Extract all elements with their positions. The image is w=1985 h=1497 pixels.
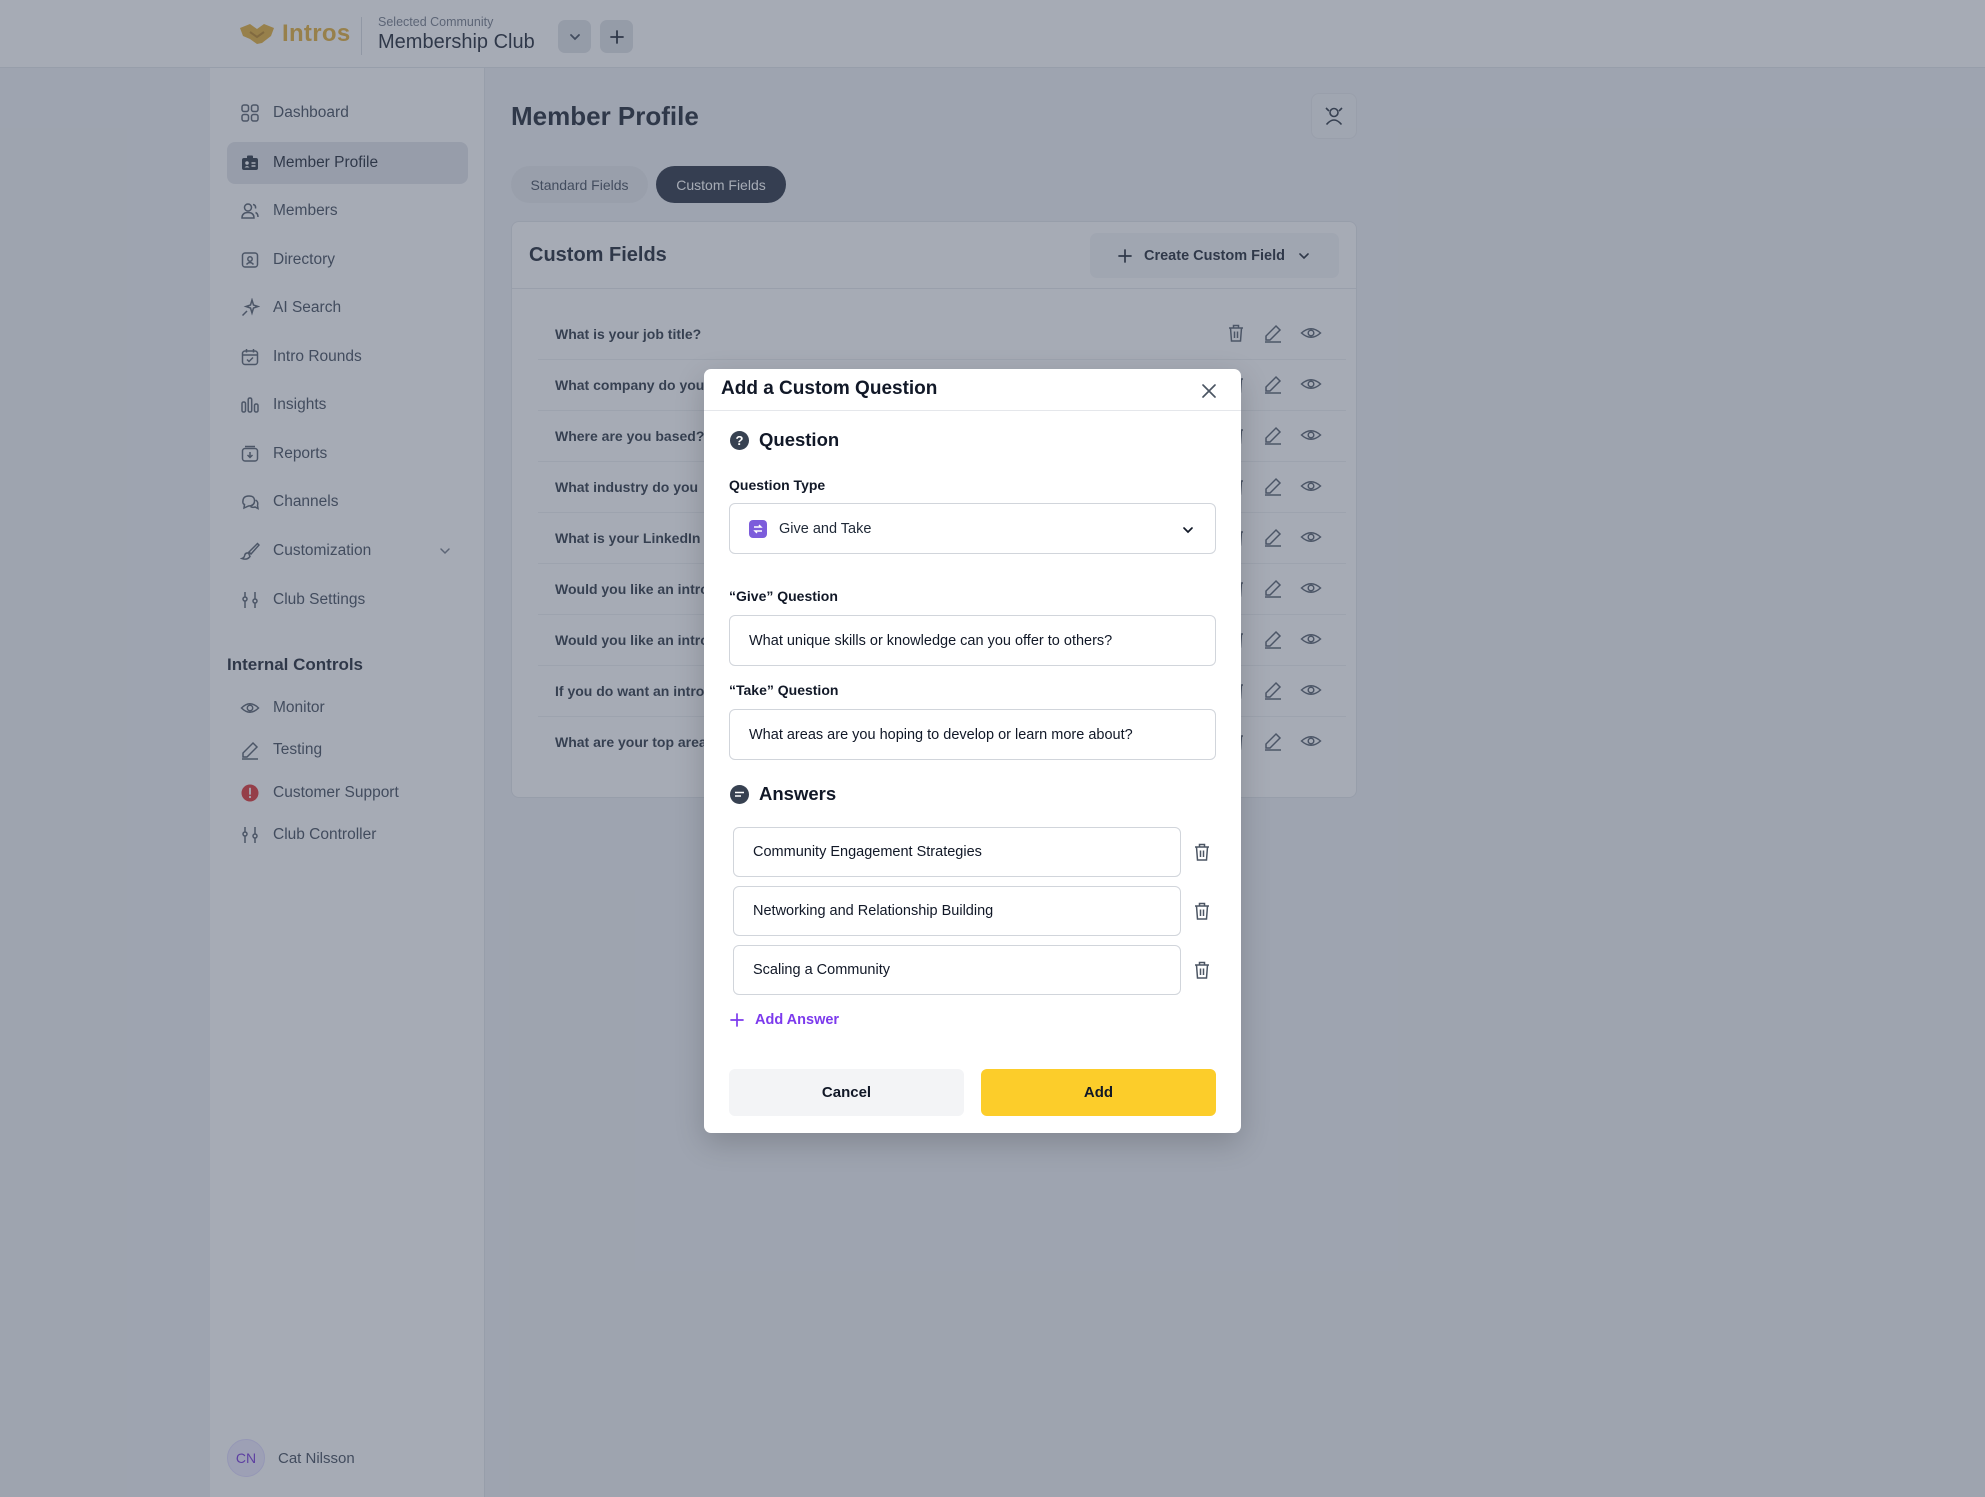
cancel-button[interactable]: Cancel (729, 1069, 964, 1116)
add-custom-question-dialog: Add a Custom Question ? Question Questio… (704, 369, 1241, 1133)
give-and-take-icon (749, 519, 767, 538)
modal-header: Add a Custom Question (704, 369, 1241, 411)
answer-input-3[interactable] (733, 945, 1181, 995)
trash-icon (1195, 961, 1209, 979)
close-icon (1202, 384, 1216, 398)
delete-answer-3-button[interactable] (1191, 958, 1213, 982)
answers-section-title: Answers (730, 783, 836, 805)
trash-icon (1195, 843, 1209, 861)
question-type-value: Give and Take (779, 520, 872, 537)
close-button[interactable] (1198, 380, 1220, 402)
add-answer-label: Add Answer (755, 1012, 840, 1028)
delete-answer-1-button[interactable] (1191, 840, 1213, 864)
plus-icon (730, 1013, 744, 1027)
give-question-input[interactable] (729, 615, 1216, 666)
chevron-down-icon (1183, 527, 1193, 534)
add-button[interactable]: Add (981, 1069, 1216, 1116)
question-type-select[interactable]: Give and Take (729, 503, 1216, 554)
answer-input-1[interactable] (733, 827, 1181, 877)
question-section-title: ? Question (730, 429, 839, 451)
question-mark-icon: ? (730, 430, 749, 450)
answer-input-2[interactable] (733, 886, 1181, 936)
modal-title: Add a Custom Question (721, 378, 938, 399)
delete-answer-2-button[interactable] (1191, 899, 1213, 923)
take-question-label: “Take” Question (729, 682, 839, 698)
speech-bubble-icon (730, 784, 749, 804)
add-answer-button[interactable]: Add Answer (730, 1012, 839, 1028)
take-question-input[interactable] (729, 709, 1216, 760)
trash-icon (1195, 902, 1209, 920)
give-question-label: “Give” Question (729, 588, 838, 604)
question-type-label: Question Type (729, 477, 826, 493)
